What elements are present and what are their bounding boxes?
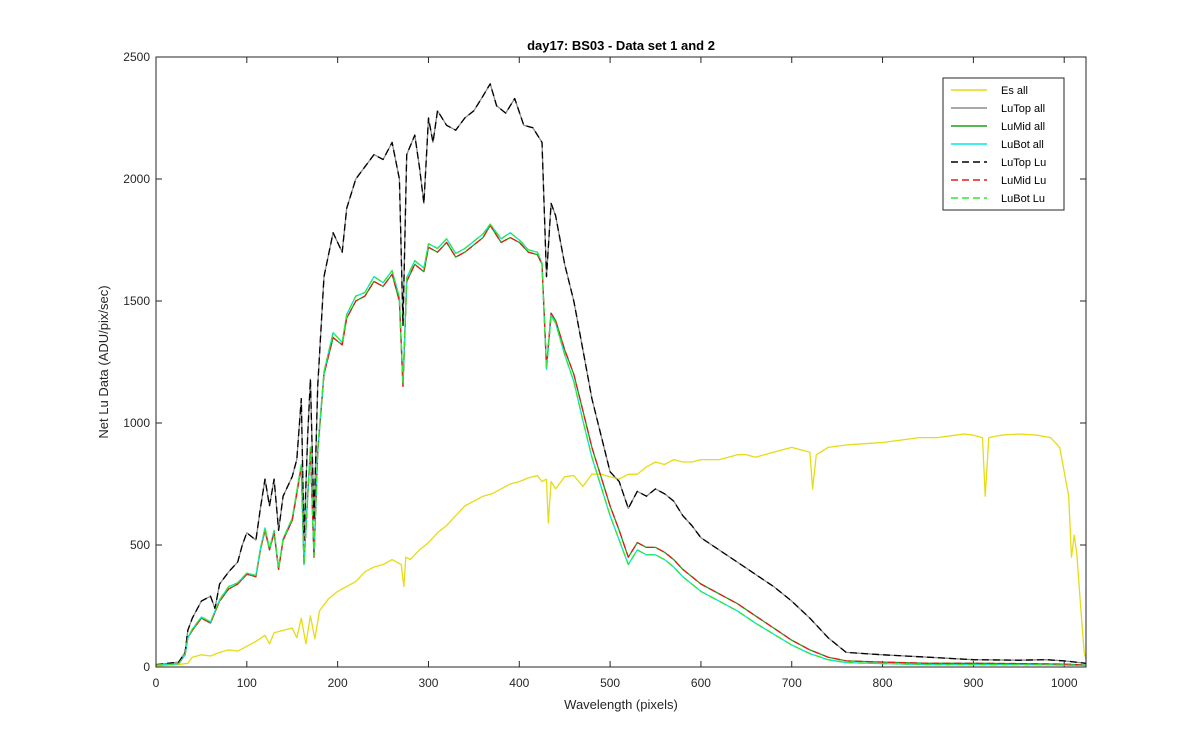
- y-tick-label: 0: [143, 660, 150, 674]
- x-tick-label: 500: [600, 676, 620, 690]
- y-tick-label: 2000: [123, 172, 150, 186]
- x-tick-label: 100: [237, 676, 257, 690]
- legend-entry-label: LuBot all: [1001, 139, 1044, 151]
- legend-entry-label: LuTop all: [1001, 103, 1045, 115]
- legend-entry-label: Es all: [1001, 85, 1028, 97]
- x-tick-label: 0: [153, 676, 160, 690]
- y-tick-label: 500: [130, 538, 150, 552]
- y-tick-label: 1500: [123, 294, 150, 308]
- legend: Es all LuTop all LuMid all LuBot all LuTop L…: [942, 77, 1065, 211]
- legend-entry-label: LuMid Lu: [1001, 175, 1046, 187]
- x-axis-label: Wavelength (pixels): [564, 697, 678, 712]
- x-tick-label: 800: [873, 676, 893, 690]
- x-tick-label: 300: [418, 676, 438, 690]
- y-axis-label: Net Lu Data (ADU/pix/sec): [96, 285, 111, 438]
- legend-entry-label: LuMid all: [1001, 121, 1045, 133]
- y-tick-label: 1000: [123, 416, 150, 430]
- x-tick-label: 200: [328, 676, 348, 690]
- line-chart: day17: BS03 - Data set 1 and 2 Wavelengt…: [0, 0, 1200, 750]
- legend-entry-label: LuTop Lu: [1001, 157, 1046, 169]
- x-tick-label: 900: [963, 676, 983, 690]
- x-tick-label: 400: [509, 676, 529, 690]
- x-tick-label: 1000: [1051, 676, 1078, 690]
- y-tick-label: 2500: [123, 50, 150, 64]
- legend-entry-label: LuBot Lu: [1001, 193, 1045, 205]
- x-tick-label: 600: [691, 676, 711, 690]
- x-tick-label: 700: [782, 676, 802, 690]
- chart-title: day17: BS03 - Data set 1 and 2: [527, 38, 715, 53]
